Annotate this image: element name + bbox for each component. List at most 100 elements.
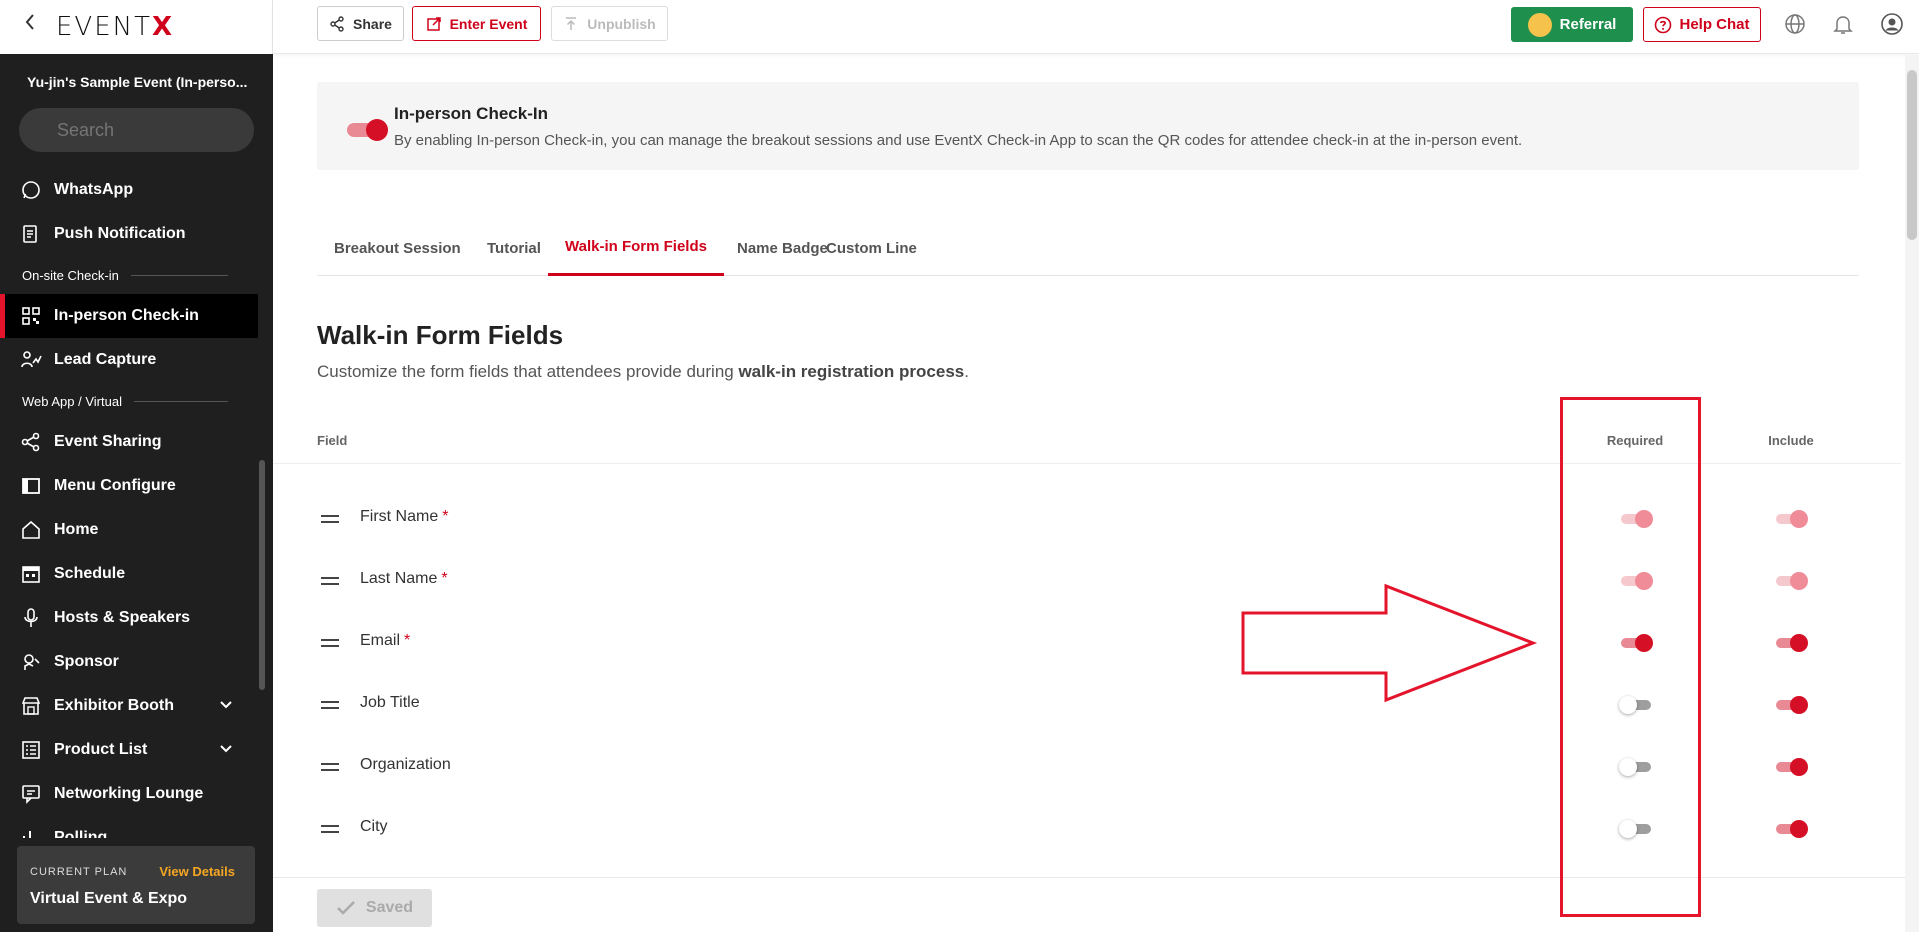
checkin-enable-toggle[interactable] <box>345 118 389 147</box>
sidebar-item-label: In-person Check-in <box>54 307 199 324</box>
field-label: Last Name <box>360 570 438 587</box>
share-button[interactable]: Share <box>317 6 404 41</box>
referral-label: Referral <box>1559 16 1617 33</box>
eventx-logo[interactable]: EVENTX <box>56 12 174 42</box>
sidebar-item-label: Menu Configure <box>54 477 176 494</box>
sidebar-item-product-list[interactable]: Product List <box>0 728 258 772</box>
sidebar-item-menu-configure[interactable]: Menu Configure <box>0 464 258 508</box>
include-toggle[interactable] <box>1774 510 1808 528</box>
user-avatar-icon[interactable] <box>1880 12 1904 36</box>
sidebar-section-label: Web App / Virtual <box>22 393 122 409</box>
event-name: Yu-jin's Sample Event (In-perso... <box>27 74 248 90</box>
toggle-knob <box>1790 572 1808 590</box>
product-list-icon <box>20 739 42 761</box>
tab-tutorial[interactable]: Tutorial <box>470 220 558 276</box>
view-details-link[interactable]: View Details <box>159 864 235 879</box>
toggle-on-icon <box>347 119 388 141</box>
globe-icon[interactable] <box>1783 12 1807 36</box>
drag-handle-icon[interactable] <box>321 701 339 709</box>
field-name: Email * <box>360 632 410 650</box>
toggle-knob <box>1790 696 1808 714</box>
logo-x: X <box>151 12 175 42</box>
annotation-highlight-box <box>1560 397 1701 917</box>
sidebar-item-label: Home <box>54 521 99 538</box>
section-title: Walk-in Form Fields <box>317 320 564 350</box>
tab-breakout-session[interactable]: Breakout Session <box>317 220 478 276</box>
share-icon <box>330 15 344 32</box>
check-icon <box>337 901 355 915</box>
sidebar-item-hosts-speakers[interactable]: Hosts & Speakers <box>0 596 258 640</box>
include-toggle[interactable] <box>1774 572 1808 590</box>
polling-icon <box>20 827 42 838</box>
tab-walk-in-form-fields[interactable]: Walk-in Form Fields <box>548 220 724 276</box>
include-toggle[interactable] <box>1774 696 1808 714</box>
sidebar-item-event-sharing[interactable]: Event Sharing <box>0 420 258 464</box>
logo-text: EVENT <box>56 12 152 42</box>
chevron-down-icon[interactable] <box>218 740 234 756</box>
desc-bold: walk-in registration process <box>738 362 965 381</box>
saved-label: Saved <box>365 899 414 916</box>
drag-handle-icon[interactable] <box>321 515 339 523</box>
external-link-icon <box>426 16 441 31</box>
tab-custom-line[interactable]: Custom Line <box>809 220 934 276</box>
toggle-knob <box>1790 820 1808 838</box>
sidebar-item-in-person-check-in[interactable]: In-person Check-in <box>0 294 258 338</box>
chevron-down-icon[interactable] <box>218 696 234 712</box>
sidebar-item-label: Push Notification <box>54 225 186 242</box>
menu-configure-icon <box>20 475 42 497</box>
sidebar-item-polling[interactable]: Polling <box>0 816 258 838</box>
drag-handle-icon[interactable] <box>321 763 339 771</box>
back-button[interactable] <box>20 12 40 38</box>
sidebar-item-whatsapp[interactable]: WhatsApp <box>0 168 258 212</box>
sidebar-item-sponsor[interactable]: Sponsor <box>0 640 258 684</box>
sidebar-header: EVENTX <box>0 0 273 54</box>
saved-button[interactable]: Saved <box>317 889 432 927</box>
qr-code-icon <box>20 305 42 327</box>
desc-text: Customize the form fields that attendees… <box>317 362 739 381</box>
required-asterisk: * <box>441 570 448 587</box>
sidebar-item-home[interactable]: Home <box>0 508 258 552</box>
sidebar-item-schedule[interactable]: Schedule <box>0 552 258 596</box>
plan-label: CURRENT PLAN <box>30 866 128 878</box>
unpublish-button[interactable]: Unpublish <box>551 6 668 41</box>
field-label: First Name <box>360 508 439 525</box>
sidebar-item-label: Polling <box>54 829 108 838</box>
search-input[interactable] <box>19 108 254 152</box>
drag-handle-icon[interactable] <box>321 639 339 647</box>
topbar: Share Enter Event Unpublish Referral Hel… <box>273 0 1919 54</box>
include-toggle[interactable] <box>1774 758 1808 776</box>
field-name: Job Title <box>360 694 420 712</box>
field-label: City <box>360 818 388 835</box>
field-name: First Name * <box>360 508 448 526</box>
sidebar-scrollbar[interactable] <box>259 460 265 690</box>
sidebar-section-header: On-site Check-in <box>0 256 258 294</box>
sidebar-item-label: WhatsApp <box>54 181 134 198</box>
help-chat-label: Help Chat <box>1679 16 1750 33</box>
current-plan-card: CURRENT PLAN View Details Virtual Event … <box>17 846 255 924</box>
sidebar-nav: WhatsApp Push Notification On-site Check-i… <box>0 168 258 838</box>
booth-icon <box>20 695 42 717</box>
main-scrollbar-thumb[interactable] <box>1907 70 1917 240</box>
referral-button[interactable]: Referral <box>1511 7 1633 42</box>
sidebar-item-lead-capture[interactable]: Lead Capture <box>0 338 258 382</box>
share-label: Share <box>353 15 392 32</box>
enter-event-button[interactable]: Enter Event <box>412 6 541 41</box>
help-chat-button[interactable]: Help Chat <box>1643 7 1761 42</box>
banner-description: By enabling In-person Check-in, you can … <box>394 132 1523 149</box>
include-toggle[interactable] <box>1774 820 1808 838</box>
sidebar-item-push-notification[interactable]: Push Notification <box>0 212 258 256</box>
tab-bar: Breakout Session Tutorial Walk-in Form Fie… <box>317 220 1859 276</box>
drag-handle-icon[interactable] <box>321 825 339 833</box>
sidebar-item-label: Schedule <box>54 565 126 582</box>
toggle-knob <box>1790 634 1808 652</box>
bell-icon[interactable] <box>1831 12 1855 36</box>
desc-suffix: . <box>964 362 969 381</box>
sidebar-item-exhibitor-booth[interactable]: Exhibitor Booth <box>0 684 258 728</box>
app-root: EVENTX Yu-jin's Sample Event (In-perso..… <box>0 0 1919 932</box>
sidebar-item-networking-lounge[interactable]: Networking Lounge <box>0 772 258 816</box>
section-divider <box>133 400 228 402</box>
drag-handle-icon[interactable] <box>321 577 339 585</box>
sponsor-icon <box>20 651 42 673</box>
include-toggle[interactable] <box>1774 634 1808 652</box>
banner-title: In-person Check-In <box>394 104 548 123</box>
